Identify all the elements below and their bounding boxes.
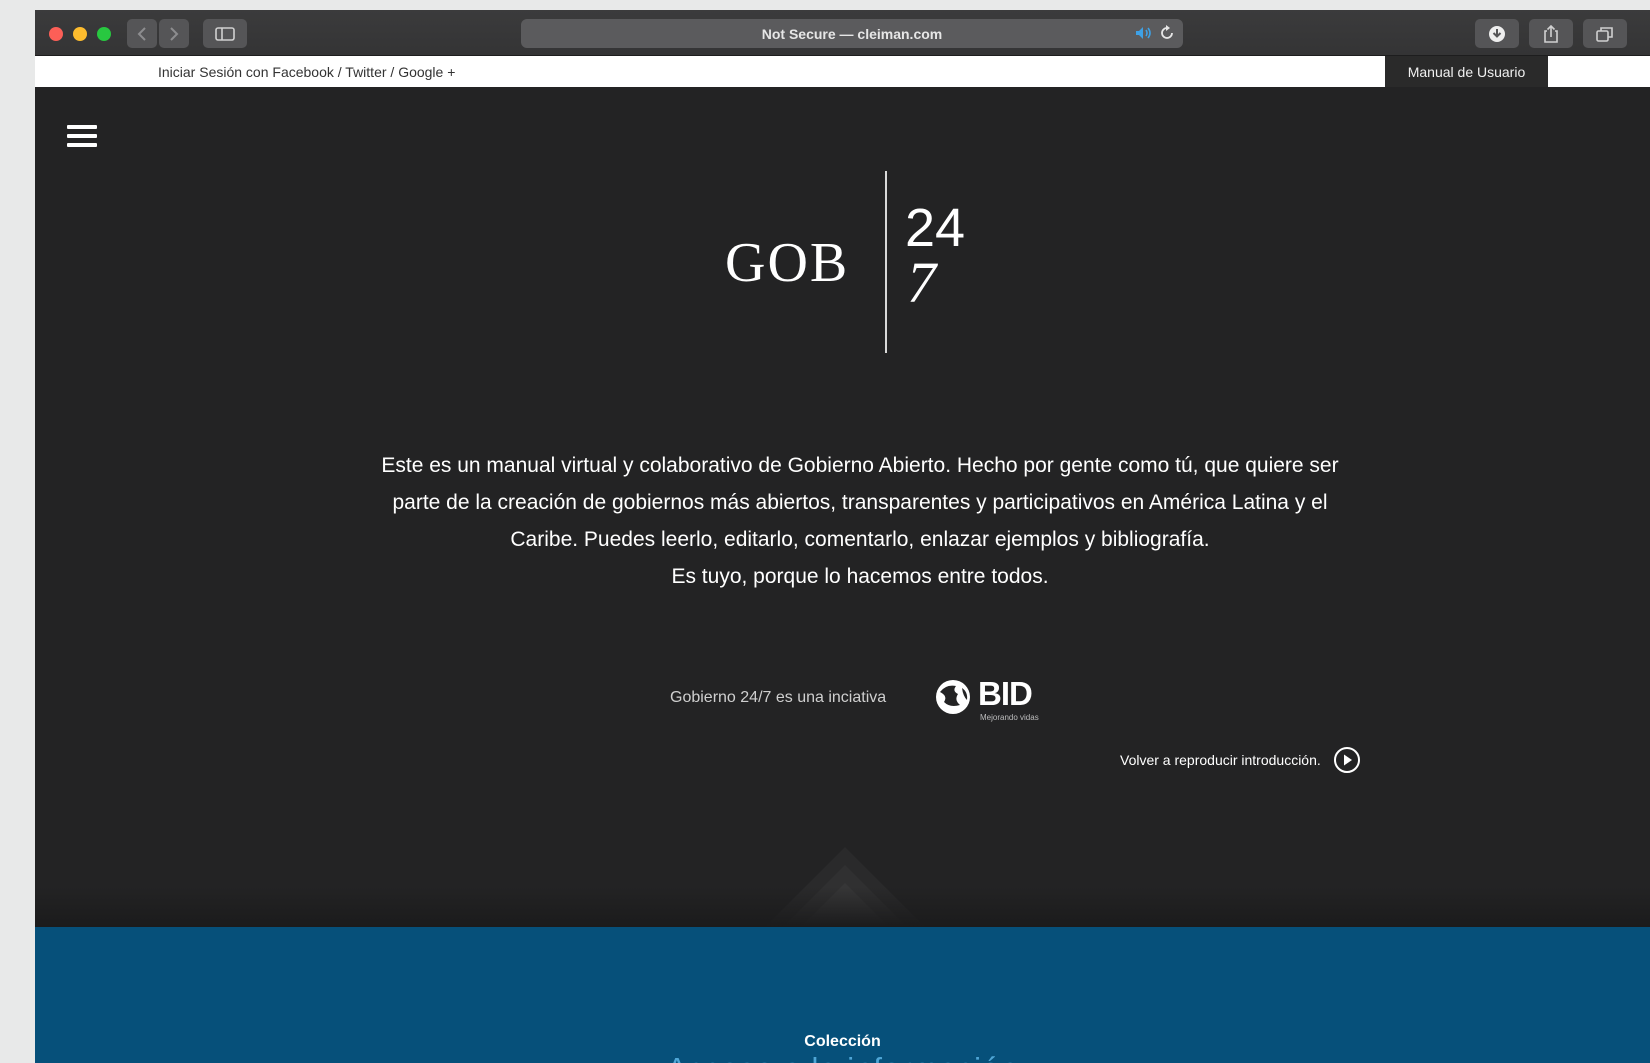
initiative-row: Gobierno 24/7 es una inciativa BID Mejor… [635, 672, 1055, 722]
share-button[interactable] [1529, 19, 1573, 48]
bid-wordmark: BID [978, 675, 1033, 712]
play-icon[interactable] [1333, 746, 1361, 774]
tabs-icon [1596, 26, 1613, 42]
collection-section: Colección Acceso a la información [35, 927, 1650, 1063]
hero-section: GOB 24 7 Este es un manual virtual y col… [35, 87, 1650, 927]
speaker-icon[interactable] [1135, 26, 1153, 40]
minimize-icon[interactable] [73, 27, 87, 41]
logo-gob-text: GOB [725, 232, 850, 294]
close-icon[interactable] [49, 27, 63, 41]
intro-line: Caribe. Puedes leerlo, editarlo, comenta… [510, 528, 1210, 551]
intro-line: Es tuyo, porque lo hacemos entre todos. [671, 565, 1049, 588]
address-text: Not Secure — cleiman.com [761, 25, 943, 42]
bid-globe-icon [936, 680, 970, 714]
forward-button[interactable] [159, 19, 189, 48]
collection-title[interactable]: Acceso a la información [35, 1051, 1650, 1063]
intro-line: parte de la creación de gobiernos más ab… [392, 491, 1328, 514]
collection-eyebrow: Colección [804, 1033, 881, 1050]
hero-bottom-fade [35, 887, 1650, 927]
bid-logo[interactable]: BID Mejorando vidas [932, 675, 1052, 722]
logo-7-text: 7 [907, 250, 936, 315]
manual-de-usuario-button[interactable]: Manual de Usuario [1385, 56, 1548, 87]
hamburger-menu-icon[interactable] [67, 125, 97, 151]
logo-24-text: 24 [905, 198, 966, 258]
social-login-links[interactable]: Iniciar Sesión con Facebook / Twitter / … [158, 64, 455, 80]
logo-divider [885, 171, 887, 353]
zoom-icon[interactable] [97, 27, 111, 41]
sidebar-button[interactable] [203, 19, 247, 48]
download-button[interactable] [1475, 19, 1519, 48]
tabs-button[interactable] [1583, 19, 1627, 48]
top-strip: Iniciar Sesión con Facebook / Twitter / … [35, 56, 1650, 87]
gob-24-7-logo: GOB 24 7 [715, 171, 975, 353]
intro-line: Este es un manual virtual y colaborativo… [381, 454, 1339, 477]
back-icon [137, 26, 146, 41]
sidebar-icon [215, 26, 235, 41]
share-icon [1544, 24, 1558, 43]
bid-tagline: Mejorando vidas [980, 713, 1039, 722]
reload-icon[interactable] [1159, 25, 1175, 41]
browser-toolbar: Not Secure — cleiman.com [35, 10, 1650, 56]
browser-window: Not Secure — cleiman.com Iniciar Sesión … [35, 10, 1650, 1063]
replay-intro-label: Volver a reproducir introducción. [1120, 752, 1321, 768]
forward-icon [170, 26, 179, 41]
replay-intro-link[interactable]: Volver a reproducir introducción. [1120, 745, 1361, 775]
back-button[interactable] [127, 19, 157, 48]
initiative-text: Gobierno 24/7 es una inciativa [670, 689, 887, 706]
address-bar[interactable]: Not Secure — cleiman.com [521, 19, 1183, 48]
intro-text: Este es un manual virtual y colaborativo… [335, 447, 1385, 595]
download-icon [1489, 25, 1505, 42]
